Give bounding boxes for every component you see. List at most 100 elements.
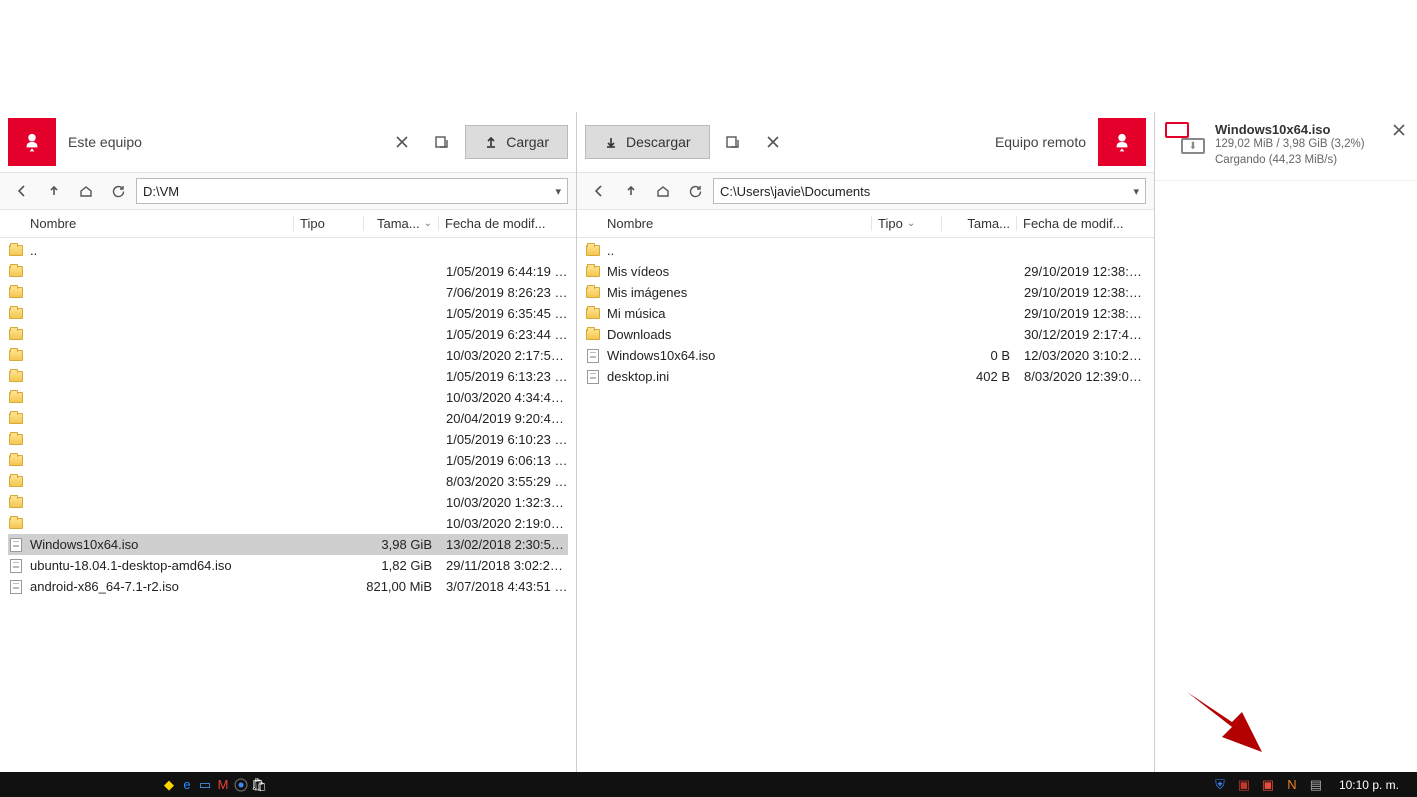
list-item[interactable]: 10/03/2020 2:17:55 ... (8, 345, 568, 366)
back-icon[interactable] (8, 177, 36, 205)
tray-app-icon[interactable]: ▤ (1307, 776, 1325, 794)
download-icon (604, 135, 618, 149)
list-item[interactable]: Mis imágenes29/10/2019 12:38:2... (585, 282, 1146, 303)
chevron-down-icon[interactable]: ▾ (551, 185, 561, 198)
item-date: 1/05/2019 6:10:23 p... (438, 432, 568, 447)
up-icon[interactable] (40, 177, 68, 205)
list-item[interactable]: 10/03/2020 2:19:06 ... (8, 513, 568, 534)
list-item[interactable]: 10/03/2020 4:34:41 ... (8, 387, 568, 408)
chrome-icon[interactable] (232, 776, 250, 794)
taskbar-app-icon[interactable]: ◆ (160, 776, 178, 794)
local-file-list[interactable]: .. 1/05/2019 6:44:19 p... 7/06/2019 8:26:2… (0, 238, 576, 772)
item-date: 1/05/2019 6:44:19 p... (438, 264, 568, 279)
item-date: 13/02/2018 2:30:58 ... (438, 537, 568, 552)
tray-app-icon[interactable]: ▣ (1259, 776, 1277, 794)
remote-column-header[interactable]: Nombre Tipo⌄ Tama... Fecha de modif... (577, 210, 1154, 238)
back-icon[interactable] (585, 177, 613, 205)
list-item[interactable]: .. (8, 240, 568, 261)
list-item[interactable]: 10/03/2020 1:32:35 ... (8, 492, 568, 513)
list-item[interactable]: Windows10x64.iso 0 B12/03/2020 3:10:25 ..… (585, 345, 1146, 366)
remote-file-list[interactable]: ..Mis vídeos29/10/2019 12:38:2...Mis imá… (577, 238, 1154, 772)
home-icon[interactable] (72, 177, 100, 205)
item-name: android-x86_64-7.1-r2.iso (30, 579, 293, 594)
download-button[interactable]: Descargar (585, 125, 710, 159)
taskbar[interactable]: ◆ e ▭ M 🛍 ⛨ ▣ ▣ N ▤ 10:10 p. m. (0, 772, 1417, 797)
refresh-icon[interactable] (681, 177, 709, 205)
folder-icon (585, 306, 601, 322)
list-item[interactable]: .. (585, 240, 1146, 261)
refresh-icon[interactable] (104, 177, 132, 205)
transfer-close-icon[interactable] (1389, 120, 1409, 140)
list-item[interactable]: Downloads30/12/2019 2:17:42 ... (585, 324, 1146, 345)
list-item[interactable]: Windows10x64.iso3,98 GiB13/02/2018 2:30:… (8, 534, 568, 555)
col-size[interactable]: Tama... (941, 216, 1016, 231)
upload-button[interactable]: Cargar (465, 125, 568, 159)
list-item[interactable]: 1/05/2019 6:44:19 p... (8, 261, 568, 282)
folder-icon (8, 306, 24, 322)
folder-icon (8, 243, 24, 259)
col-type[interactable]: Tipo⌄ (871, 216, 941, 231)
list-item[interactable]: Mi música29/10/2019 12:38:2... (585, 303, 1146, 324)
up-icon[interactable] (617, 177, 645, 205)
item-size: 0 B (941, 348, 1016, 363)
item-date: 7/06/2019 8:26:23 p... (438, 285, 568, 300)
folder-icon (585, 285, 601, 301)
transfer-progress: 129,02 MiB / 3,98 GiB (3,2%) (1215, 137, 1407, 153)
file-icon (8, 558, 24, 574)
close-tab-icon[interactable] (385, 125, 419, 159)
top-whitespace (0, 0, 1417, 112)
col-date[interactable]: Fecha de modif... (438, 216, 568, 231)
list-item[interactable]: 1/05/2019 6:35:45 p... (8, 303, 568, 324)
col-name[interactable]: Nombre (8, 216, 293, 231)
transfer-item[interactable]: ⬇ Windows10x64.iso 129,02 MiB / 3,98 GiB… (1155, 112, 1417, 181)
list-item[interactable]: 20/04/2019 9:20:46 ... (8, 408, 568, 429)
gmail-icon[interactable]: M (214, 776, 232, 794)
remote-path-input[interactable]: C:\Users\javie\Documents ▾ (713, 178, 1146, 204)
item-size: 3,98 GiB (363, 537, 438, 552)
local-navbar: D:\VM ▾ (0, 172, 576, 210)
list-item[interactable]: android-x86_64-7.1-r2.iso821,00 MiB3/07/… (8, 576, 568, 597)
app-window: Este equipo Cargar D:\VM ▾ (0, 0, 1417, 797)
list-item[interactable]: 7/06/2019 8:26:23 p... (8, 282, 568, 303)
list-item[interactable]: 1/05/2019 6:23:44 p... (8, 324, 568, 345)
item-date: 10/03/2020 4:34:41 ... (438, 390, 568, 405)
edge-icon[interactable]: e (178, 776, 196, 794)
new-tab-icon[interactable] (716, 125, 750, 159)
item-name: Windows10x64.iso (607, 348, 871, 363)
annotation-arrow-icon (1177, 687, 1267, 757)
item-date: 10/03/2020 2:17:55 ... (438, 348, 568, 363)
list-item[interactable]: 1/05/2019 6:06:13 p... (8, 450, 568, 471)
upload-icon (484, 135, 498, 149)
store-icon[interactable]: 🛍 (250, 776, 268, 794)
chevron-down-icon[interactable]: ▾ (1129, 185, 1139, 198)
col-name[interactable]: Nombre (585, 216, 871, 231)
list-item[interactable]: 1/05/2019 6:10:23 p... (8, 429, 568, 450)
list-item[interactable]: Mis vídeos29/10/2019 12:38:2... (585, 261, 1146, 282)
download-label: Descargar (626, 134, 691, 150)
tray-app-icon[interactable]: ▣ (1235, 776, 1253, 794)
tray-app-icon[interactable]: N (1283, 776, 1301, 794)
list-item[interactable]: 1/05/2019 6:13:23 p... (8, 366, 568, 387)
item-size: 1,82 GiB (363, 558, 438, 573)
home-icon[interactable] (649, 177, 677, 205)
list-item[interactable]: 8/03/2020 3:55:29 a... (8, 471, 568, 492)
item-date: 29/10/2019 12:38:2... (1016, 306, 1146, 321)
item-date: 1/05/2019 6:35:45 p... (438, 306, 568, 321)
explorer-icon[interactable]: ▭ (196, 776, 214, 794)
col-size[interactable]: Tama...⌄ (363, 216, 438, 231)
system-tray[interactable]: ⛨ ▣ ▣ N ▤ 10:10 p. m. (1211, 776, 1417, 794)
list-item[interactable]: ubuntu-18.04.1-desktop-amd64.iso1,82 GiB… (8, 555, 568, 576)
close-tab-icon[interactable] (756, 125, 790, 159)
col-type[interactable]: Tipo (293, 216, 363, 231)
tray-shield-icon[interactable]: ⛨ (1211, 776, 1229, 794)
taskbar-clock[interactable]: 10:10 p. m. (1331, 778, 1407, 792)
new-tab-icon[interactable] (425, 125, 459, 159)
local-path-input[interactable]: D:\VM ▾ (136, 178, 568, 204)
list-item[interactable]: desktop.ini402 B8/03/2020 12:39:09 ... (585, 366, 1146, 387)
upload-label: Cargar (506, 134, 549, 150)
item-date: 12/03/2020 3:10:25 ... (1016, 348, 1146, 363)
item-size: 821,00 MiB (363, 579, 438, 594)
local-column-header[interactable]: Nombre Tipo Tama...⌄ Fecha de modif... (0, 210, 576, 238)
col-date[interactable]: Fecha de modif... (1016, 216, 1146, 231)
folder-icon (8, 327, 24, 343)
